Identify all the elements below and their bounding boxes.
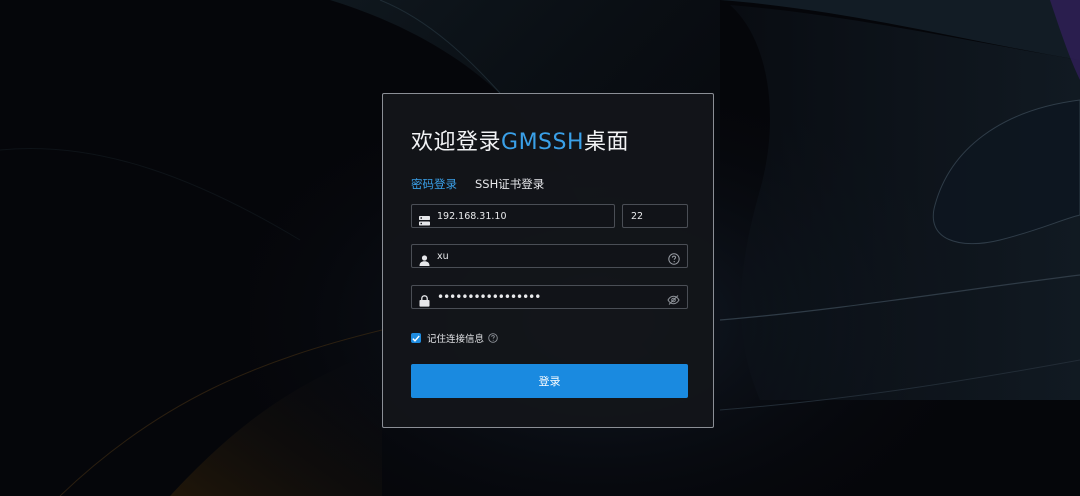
port-input[interactable]: [623, 205, 687, 227]
username-field: [411, 244, 688, 268]
eye-off-icon[interactable]: [667, 291, 680, 310]
help-circle-icon[interactable]: [488, 333, 498, 343]
tab-ssh-certificate-login[interactable]: SSH证书登录: [475, 176, 544, 192]
username-input[interactable]: [412, 245, 687, 267]
title-brand: GMSSH: [501, 130, 585, 155]
password-input[interactable]: [412, 286, 687, 308]
title-prefix: 欢迎登录: [411, 130, 502, 155]
help-circle-icon[interactable]: [668, 250, 680, 269]
check-icon[interactable]: [411, 333, 421, 343]
host-input[interactable]: [412, 205, 614, 227]
login-panel: 欢迎登录GMSSH桌面 密码登录 SSH证书登录 192.168.31.10 2…: [382, 93, 714, 428]
host-field: [411, 204, 615, 228]
login-button[interactable]: 登录: [411, 364, 688, 398]
port-field: [622, 204, 688, 228]
title-suffix: 桌面: [584, 130, 630, 155]
remember-connection-label: 记住连接信息: [427, 334, 485, 345]
remember-connection-checkbox[interactable]: 记住连接信息: [411, 331, 498, 345]
tab-password-login[interactable]: 密码登录: [411, 176, 457, 192]
page-title: 欢迎登录GMSSH桌面: [411, 124, 629, 156]
password-field: [411, 285, 688, 309]
